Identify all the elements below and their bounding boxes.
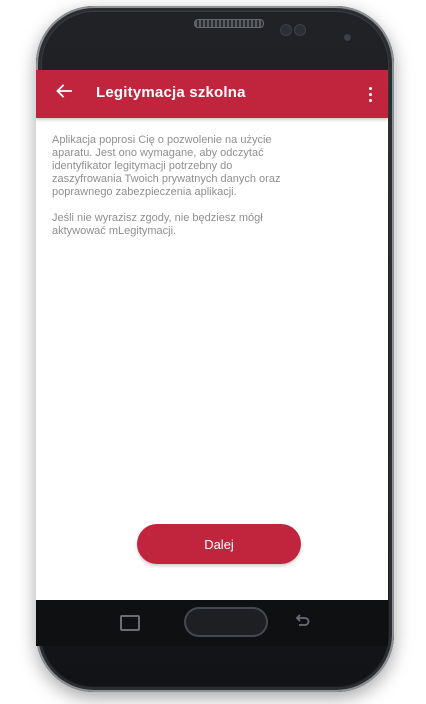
next-button[interactable]: Dalej xyxy=(137,524,301,564)
light-sensor xyxy=(294,24,306,36)
back-icon-svg xyxy=(295,614,310,626)
more-vertical-icon[interactable] xyxy=(360,82,380,106)
arrow-left-icon[interactable] xyxy=(52,82,76,106)
back-icon[interactable] xyxy=(290,610,314,634)
proximity-sensor xyxy=(280,24,292,36)
speaker-grille xyxy=(194,19,264,28)
info-text: Aplikacja poprosi Cię o pozwolenie na uż… xyxy=(52,134,292,251)
front-camera xyxy=(344,34,351,41)
screen: Legitymacja szkolna Aplikacja poprosi Ci… xyxy=(36,70,388,600)
home-button-icon[interactable] xyxy=(184,607,268,637)
arrow-left-icon-svg xyxy=(56,84,72,98)
info-paragraph-1: Aplikacja poprosi Cię o pozwolenie na uż… xyxy=(52,134,281,198)
info-paragraph-2: Jeśli nie wyrazisz zgody, nie będziesz m… xyxy=(52,212,263,237)
app-bar: Legitymacja szkolna xyxy=(36,70,388,118)
system-nav-bar xyxy=(36,600,388,646)
recent-apps-icon[interactable] xyxy=(120,615,140,631)
page-title: Legitymacja szkolna xyxy=(96,84,246,101)
